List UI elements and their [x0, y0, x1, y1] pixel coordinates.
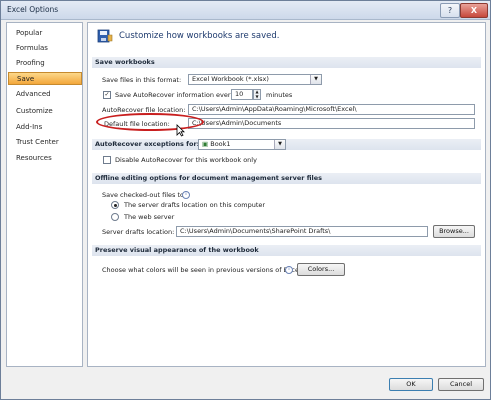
radio-server-drafts[interactable]	[111, 201, 119, 209]
save-checked-out-label: Save checked-out files to:	[102, 191, 187, 199]
sidebar-item-proofing[interactable]: Proofing	[8, 57, 82, 70]
sidebar-item-trust-center[interactable]: Trust Center	[8, 136, 82, 149]
autorecover-checkbox[interactable]: ✓	[103, 91, 111, 99]
exceptions-workbook-dropdown[interactable]: ▣ Book1 ▼	[198, 139, 286, 150]
radio-server-drafts-label: The server drafts location on this compu…	[124, 201, 266, 209]
sidebar-item-customize[interactable]: Customize	[8, 105, 82, 118]
autorecover-location-field[interactable]: C:\Users\Admin\AppData\Roaming\Microsoft…	[188, 104, 475, 115]
autorecover-minutes-input[interactable]: 10	[231, 89, 253, 100]
highlight-oval	[96, 113, 204, 131]
section-header-offline-editing: Offline editing options for document man…	[92, 173, 481, 184]
disable-autorecover-label: Disable AutoRecover for this workbook on…	[115, 156, 257, 164]
book-icon: ▣	[202, 140, 209, 148]
save-format-value: Excel Workbook (*.xlsx)	[192, 75, 269, 83]
title-bar: Excel Options ? X	[1, 1, 490, 20]
save-format-dropdown[interactable]: Excel Workbook (*.xlsx) ▼	[188, 74, 322, 85]
exceptions-label: AutoRecover exceptions for:	[95, 140, 200, 148]
sidebar-item-popular[interactable]: Popular	[8, 27, 82, 40]
chevron-down-icon: ▼	[274, 140, 285, 149]
cancel-button[interactable]: Cancel	[438, 378, 484, 391]
save-format-label: Save files in this format:	[102, 76, 182, 84]
sidebar-item-formulas[interactable]: Formulas	[8, 42, 82, 55]
help-button[interactable]: ?	[440, 3, 460, 18]
options-sidebar: Popular Formulas Proofing Save Advanced …	[6, 22, 83, 367]
minutes-spinner[interactable]: ▲ ▼	[253, 89, 261, 100]
excel-options-dialog: Excel Options ? X Popular Formulas Proof…	[0, 0, 491, 400]
drafts-location-label: Server drafts location:	[102, 228, 175, 236]
info-icon[interactable]: i	[285, 266, 293, 274]
drafts-location-field[interactable]: C:\Users\Admin\Documents\SharePoint Draf…	[176, 226, 428, 237]
section-header-visual-appearance: Preserve visual appearance of the workbo…	[92, 245, 481, 256]
disable-autorecover-checkbox[interactable]	[103, 156, 111, 164]
default-location-field[interactable]: C:\Users\Admin\Documents	[188, 118, 475, 129]
radio-web-server-label: The web server	[124, 213, 175, 221]
radio-web-server[interactable]	[111, 213, 119, 221]
sidebar-item-resources[interactable]: Resources	[8, 152, 82, 165]
mouse-cursor-icon	[176, 124, 185, 137]
autorecover-label: Save AutoRecover information every	[115, 91, 235, 99]
colors-question-label: Choose what colors will be seen in previ…	[102, 266, 303, 274]
sidebar-item-add-ins[interactable]: Add-Ins	[8, 121, 82, 134]
section-header-save-workbooks: Save workbooks	[92, 57, 481, 68]
ok-button[interactable]: OK	[389, 378, 433, 391]
colors-button[interactable]: Colors...	[297, 263, 345, 276]
window-title: Excel Options	[7, 5, 59, 14]
close-button[interactable]: X	[460, 3, 488, 18]
sidebar-item-advanced[interactable]: Advanced	[8, 88, 82, 101]
section-header-autorecover-exceptions: AutoRecover exceptions for:	[92, 139, 481, 150]
browse-button[interactable]: Browse...	[433, 225, 475, 238]
minutes-label: minutes	[266, 91, 293, 99]
chevron-down-icon: ▼	[310, 75, 321, 84]
sidebar-item-save[interactable]: Save	[8, 72, 82, 85]
radio-selected-dot	[113, 203, 117, 207]
save-options-panel: Customize how workbooks are saved. Save …	[87, 22, 486, 367]
info-icon[interactable]: i	[182, 191, 190, 199]
save-workbook-icon	[97, 29, 113, 43]
exceptions-workbook-value: Book1	[210, 140, 231, 148]
panel-header-text: Customize how workbooks are saved.	[119, 31, 280, 41]
